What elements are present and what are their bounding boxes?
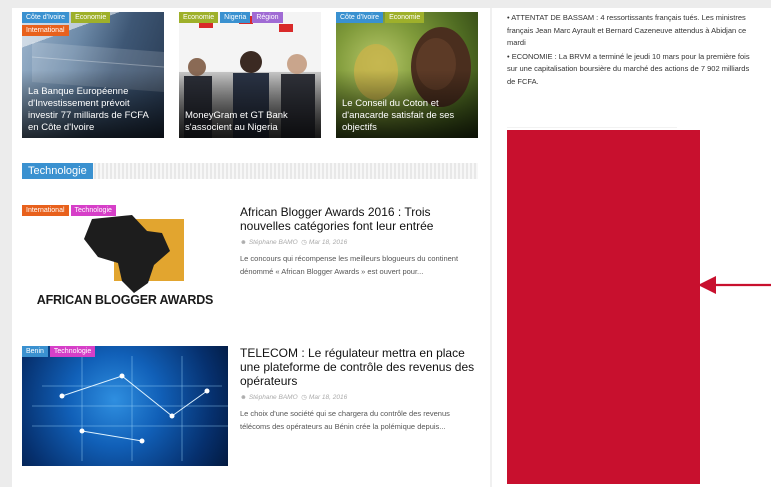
left-arrow-icon: [698, 276, 771, 294]
thumbnail-caption: AFRICAN BLOGGER AWARDS: [36, 293, 214, 307]
tag-region[interactable]: Région: [252, 12, 283, 23]
clock-icon: ◷: [301, 239, 307, 246]
card-title[interactable]: La Banque Européenne d'Investissement pr…: [28, 86, 160, 134]
tag-technologie[interactable]: Technologie: [70, 205, 116, 216]
tag-economie[interactable]: Economie: [179, 12, 219, 23]
card-tags: Côte d'Ivoire Economie International: [22, 12, 152, 36]
article-thumbnail[interactable]: Benin Technologie: [22, 346, 228, 466]
article-date: Mar 18, 2016: [308, 394, 348, 401]
card-tags: Côte d'Ivoire Economie: [336, 12, 425, 23]
article-excerpt: Le choix d'une société qui se chargera d…: [240, 409, 450, 431]
article-title[interactable]: TELECOM : Le régulateur mettra en place …: [240, 346, 478, 388]
user-icon: ☻: [240, 239, 247, 246]
section-label-technologie[interactable]: Technologie: [22, 163, 93, 179]
featured-card-coton[interactable]: Côte d'Ivoire Economie Le Conseil du Cot…: [336, 12, 478, 138]
highlighted-ad-block[interactable]: [507, 130, 700, 484]
article-thumbnail[interactable]: AFRICAN BLOGGER AWARDS International Tec…: [22, 205, 228, 315]
tag-economie[interactable]: Economie: [385, 12, 425, 23]
article-meta: ☻ Stéphane BAMO ◷ Mar 18, 2016: [240, 393, 347, 401]
sidebar-news-list: • ATTENTAT DE BASSAM : 4 ressortissants …: [507, 12, 757, 89]
tag-international[interactable]: International: [22, 205, 69, 216]
news-item[interactable]: • ATTENTAT DE BASSAM : 4 ressortissants …: [507, 12, 757, 50]
tag-cote-divoire[interactable]: Côte d'Ivoire: [22, 12, 70, 23]
article-meta: ☻ Stéphane BAMO ◷ Mar 18, 2016: [240, 238, 347, 246]
article-title[interactable]: African Blogger Awards 2016 : Trois nouv…: [240, 205, 478, 233]
article-african-blogger-awards: AFRICAN BLOGGER AWARDS International Tec…: [22, 205, 478, 315]
article-date: Mar 18, 2016: [308, 239, 348, 246]
card-title[interactable]: MoneyGram et GT Bank s'associent au Nige…: [185, 110, 317, 134]
article-excerpt: Le concours qui récompense les meilleurs…: [240, 254, 459, 276]
tag-cote-divoire[interactable]: Côte d'Ivoire: [336, 12, 384, 23]
article-tags: International Technologie: [22, 205, 116, 216]
card-title[interactable]: Le Conseil du Coton et d'anacarde satisf…: [342, 98, 474, 134]
news-item[interactable]: • ECONOMIE : La BRVM a terminé le jeudi …: [507, 51, 757, 89]
featured-card-moneygram[interactable]: Economie Nigeria Région MoneyGram et GT …: [179, 12, 321, 138]
tag-nigeria[interactable]: Nigeria: [220, 12, 251, 23]
tag-economie[interactable]: Economie: [71, 12, 111, 23]
clock-icon: ◷: [301, 394, 307, 401]
sidebar-divider: [507, 127, 677, 128]
article-tags: Benin Technologie: [22, 346, 96, 357]
world-network-icon: [32, 356, 228, 461]
article-author[interactable]: Stéphane BAMO: [249, 394, 298, 401]
section-header: Technologie: [22, 163, 478, 179]
article-author[interactable]: Stéphane BAMO: [249, 239, 298, 246]
tag-technologie[interactable]: Technologie: [49, 346, 96, 357]
card-tags: Economie Nigeria Région: [179, 12, 283, 23]
tag-benin[interactable]: Benin: [22, 346, 48, 357]
featured-card-bei[interactable]: Côte d'Ivoire Economie International La …: [22, 12, 164, 138]
tag-international[interactable]: International: [22, 25, 69, 36]
article-telecom: Benin Technologie TELECOM : Le régulateu…: [22, 346, 478, 466]
user-icon: ☻: [240, 394, 247, 401]
